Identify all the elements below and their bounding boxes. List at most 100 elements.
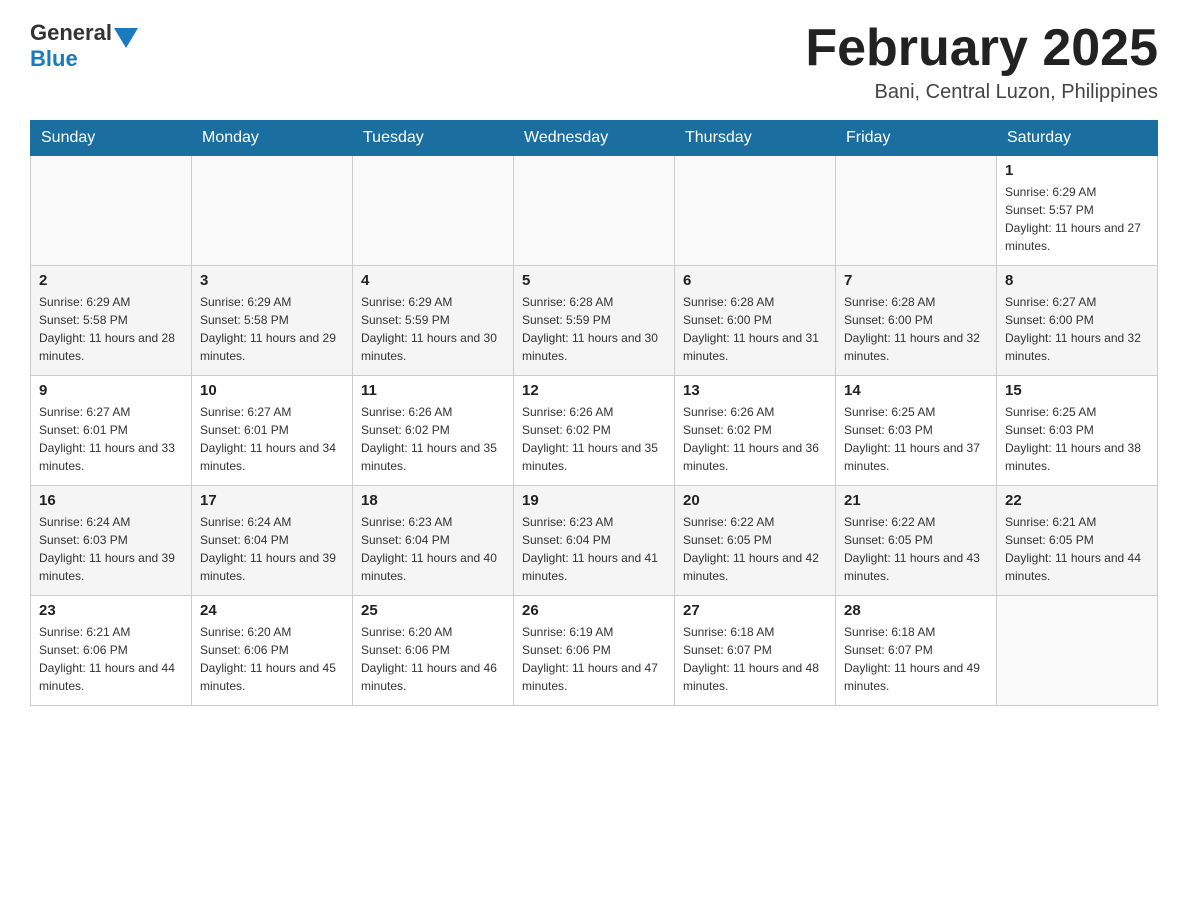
calendar-cell: 21 Sunrise: 6:22 AMSunset: 6:05 PMDayligh… — [836, 486, 997, 596]
calendar-cell: 9 Sunrise: 6:27 AMSunset: 6:01 PMDaylight… — [31, 376, 192, 486]
day-number: 4 — [361, 272, 505, 289]
day-number: 3 — [200, 272, 344, 289]
calendar-cell: 6Sunrise: 6:28 AMSunset: 6:00 PMDaylight… — [675, 266, 836, 376]
calendar-cell — [31, 156, 192, 266]
day-number: 5 — [522, 272, 666, 289]
day-number: 13 — [683, 382, 827, 399]
weekday-header-saturday: Saturday — [997, 121, 1158, 156]
logo-triangle-icon — [114, 28, 138, 48]
day-number: 27 — [683, 602, 827, 619]
calendar-body: 1 Sunrise: 6:29 AMSunset: 5:57 PMDaylight… — [31, 156, 1158, 706]
day-info: Sunrise: 6:24 AMSunset: 6:03 PMDaylight:… — [39, 513, 183, 585]
weekday-header-sunday: Sunday — [31, 121, 192, 156]
weekday-header-tuesday: Tuesday — [353, 121, 514, 156]
day-info: Sunrise: 6:22 AMSunset: 6:05 PMDaylight:… — [683, 513, 827, 585]
calendar-week-2: 2 Sunrise: 6:29 AMSunset: 5:58 PMDaylight… — [31, 266, 1158, 376]
calendar-cell: 12Sunrise: 6:26 AMSunset: 6:02 PMDayligh… — [514, 376, 675, 486]
day-info: Sunrise: 6:27 AMSunset: 6:01 PMDaylight:… — [200, 403, 344, 475]
day-info: Sunrise: 6:19 AMSunset: 6:06 PMDaylight:… — [522, 623, 666, 695]
day-number: 25 — [361, 602, 505, 619]
calendar-cell: 28 Sunrise: 6:18 AMSunset: 6:07 PMDayligh… — [836, 596, 997, 706]
calendar-cell: 20Sunrise: 6:22 AMSunset: 6:05 PMDayligh… — [675, 486, 836, 596]
day-number: 1 — [1005, 162, 1149, 179]
calendar-cell: 24 Sunrise: 6:20 AMSunset: 6:06 PMDayligh… — [192, 596, 353, 706]
title-area: February 2025 Bani, Central Luzon, Phili… — [805, 20, 1158, 104]
day-info: Sunrise: 6:22 AMSunset: 6:05 PMDaylight:… — [844, 513, 988, 585]
day-info: Sunrise: 6:23 AMSunset: 6:04 PMDaylight:… — [522, 513, 666, 585]
calendar-title: February 2025 — [805, 20, 1158, 77]
calendar-cell — [836, 156, 997, 266]
day-number: 17 — [200, 492, 344, 509]
calendar-cell: 7 Sunrise: 6:28 AMSunset: 6:00 PMDaylight… — [836, 266, 997, 376]
calendar-cell: 25 Sunrise: 6:20 AMSunset: 6:06 PMDayligh… — [353, 596, 514, 706]
calendar-table: SundayMondayTuesdayWednesdayThursdayFrid… — [30, 120, 1158, 706]
calendar-week-3: 9 Sunrise: 6:27 AMSunset: 6:01 PMDaylight… — [31, 376, 1158, 486]
day-number: 28 — [844, 602, 988, 619]
calendar-cell: 23Sunrise: 6:21 AMSunset: 6:06 PMDayligh… — [31, 596, 192, 706]
day-number: 7 — [844, 272, 988, 289]
day-info: Sunrise: 6:24 AMSunset: 6:04 PMDaylight:… — [200, 513, 344, 585]
day-info: Sunrise: 6:26 AMSunset: 6:02 PMDaylight:… — [683, 403, 827, 475]
calendar-cell: 19 Sunrise: 6:23 AMSunset: 6:04 PMDayligh… — [514, 486, 675, 596]
day-number: 19 — [522, 492, 666, 509]
calendar-cell: 5 Sunrise: 6:28 AMSunset: 5:59 PMDaylight… — [514, 266, 675, 376]
calendar-cell: 2 Sunrise: 6:29 AMSunset: 5:58 PMDaylight… — [31, 266, 192, 376]
day-info: Sunrise: 6:18 AMSunset: 6:07 PMDaylight:… — [844, 623, 988, 695]
day-number: 2 — [39, 272, 183, 289]
day-number: 22 — [1005, 492, 1149, 509]
day-info: Sunrise: 6:28 AMSunset: 6:00 PMDaylight:… — [683, 293, 827, 365]
calendar-cell — [514, 156, 675, 266]
day-info: Sunrise: 6:20 AMSunset: 6:06 PMDaylight:… — [200, 623, 344, 695]
calendar-cell: 15 Sunrise: 6:25 AMSunset: 6:03 PMDayligh… — [997, 376, 1158, 486]
calendar-cell — [675, 156, 836, 266]
day-info: Sunrise: 6:25 AMSunset: 6:03 PMDaylight:… — [1005, 403, 1149, 475]
day-number: 26 — [522, 602, 666, 619]
day-number: 24 — [200, 602, 344, 619]
day-info: Sunrise: 6:20 AMSunset: 6:06 PMDaylight:… — [361, 623, 505, 695]
logo: General Blue — [30, 20, 138, 72]
day-number: 23 — [39, 602, 183, 619]
logo-general-text: General — [30, 20, 112, 45]
weekday-header-wednesday: Wednesday — [514, 121, 675, 156]
day-info: Sunrise: 6:29 AMSunset: 5:59 PMDaylight:… — [361, 293, 505, 365]
calendar-cell — [997, 596, 1158, 706]
calendar-cell — [192, 156, 353, 266]
day-info: Sunrise: 6:29 AMSunset: 5:57 PMDaylight:… — [1005, 183, 1149, 255]
calendar-cell: 10 Sunrise: 6:27 AMSunset: 6:01 PMDayligh… — [192, 376, 353, 486]
weekday-header-row: SundayMondayTuesdayWednesdayThursdayFrid… — [31, 121, 1158, 156]
logo-blue-text: Blue — [30, 46, 138, 72]
weekday-header-friday: Friday — [836, 121, 997, 156]
calendar-cell: 16 Sunrise: 6:24 AMSunset: 6:03 PMDayligh… — [31, 486, 192, 596]
calendar-cell: 18Sunrise: 6:23 AMSunset: 6:04 PMDayligh… — [353, 486, 514, 596]
day-info: Sunrise: 6:28 AMSunset: 5:59 PMDaylight:… — [522, 293, 666, 365]
day-number: 11 — [361, 382, 505, 399]
day-number: 21 — [844, 492, 988, 509]
day-number: 9 — [39, 382, 183, 399]
calendar-cell: 17 Sunrise: 6:24 AMSunset: 6:04 PMDayligh… — [192, 486, 353, 596]
calendar-cell: 8 Sunrise: 6:27 AMSunset: 6:00 PMDaylight… — [997, 266, 1158, 376]
day-info: Sunrise: 6:25 AMSunset: 6:03 PMDaylight:… — [844, 403, 988, 475]
calendar-cell: 14Sunrise: 6:25 AMSunset: 6:03 PMDayligh… — [836, 376, 997, 486]
day-number: 12 — [522, 382, 666, 399]
day-info: Sunrise: 6:27 AMSunset: 6:01 PMDaylight:… — [39, 403, 183, 475]
calendar-cell: 4 Sunrise: 6:29 AMSunset: 5:59 PMDaylight… — [353, 266, 514, 376]
day-number: 8 — [1005, 272, 1149, 289]
weekday-header-thursday: Thursday — [675, 121, 836, 156]
day-number: 10 — [200, 382, 344, 399]
calendar-subtitle: Bani, Central Luzon, Philippines — [805, 81, 1158, 104]
day-number: 15 — [1005, 382, 1149, 399]
calendar-cell: 27Sunrise: 6:18 AMSunset: 6:07 PMDayligh… — [675, 596, 836, 706]
weekday-header-monday: Monday — [192, 121, 353, 156]
day-info: Sunrise: 6:23 AMSunset: 6:04 PMDaylight:… — [361, 513, 505, 585]
day-info: Sunrise: 6:21 AMSunset: 6:05 PMDaylight:… — [1005, 513, 1149, 585]
day-info: Sunrise: 6:26 AMSunset: 6:02 PMDaylight:… — [361, 403, 505, 475]
calendar-week-4: 16 Sunrise: 6:24 AMSunset: 6:03 PMDayligh… — [31, 486, 1158, 596]
calendar-week-5: 23Sunrise: 6:21 AMSunset: 6:06 PMDayligh… — [31, 596, 1158, 706]
calendar-cell: 11 Sunrise: 6:26 AMSunset: 6:02 PMDayligh… — [353, 376, 514, 486]
calendar-cell: 13 Sunrise: 6:26 AMSunset: 6:02 PMDayligh… — [675, 376, 836, 486]
calendar-cell: 26 Sunrise: 6:19 AMSunset: 6:06 PMDayligh… — [514, 596, 675, 706]
day-info: Sunrise: 6:27 AMSunset: 6:00 PMDaylight:… — [1005, 293, 1149, 365]
day-number: 16 — [39, 492, 183, 509]
day-info: Sunrise: 6:28 AMSunset: 6:00 PMDaylight:… — [844, 293, 988, 365]
day-info: Sunrise: 6:29 AMSunset: 5:58 PMDaylight:… — [39, 293, 183, 365]
